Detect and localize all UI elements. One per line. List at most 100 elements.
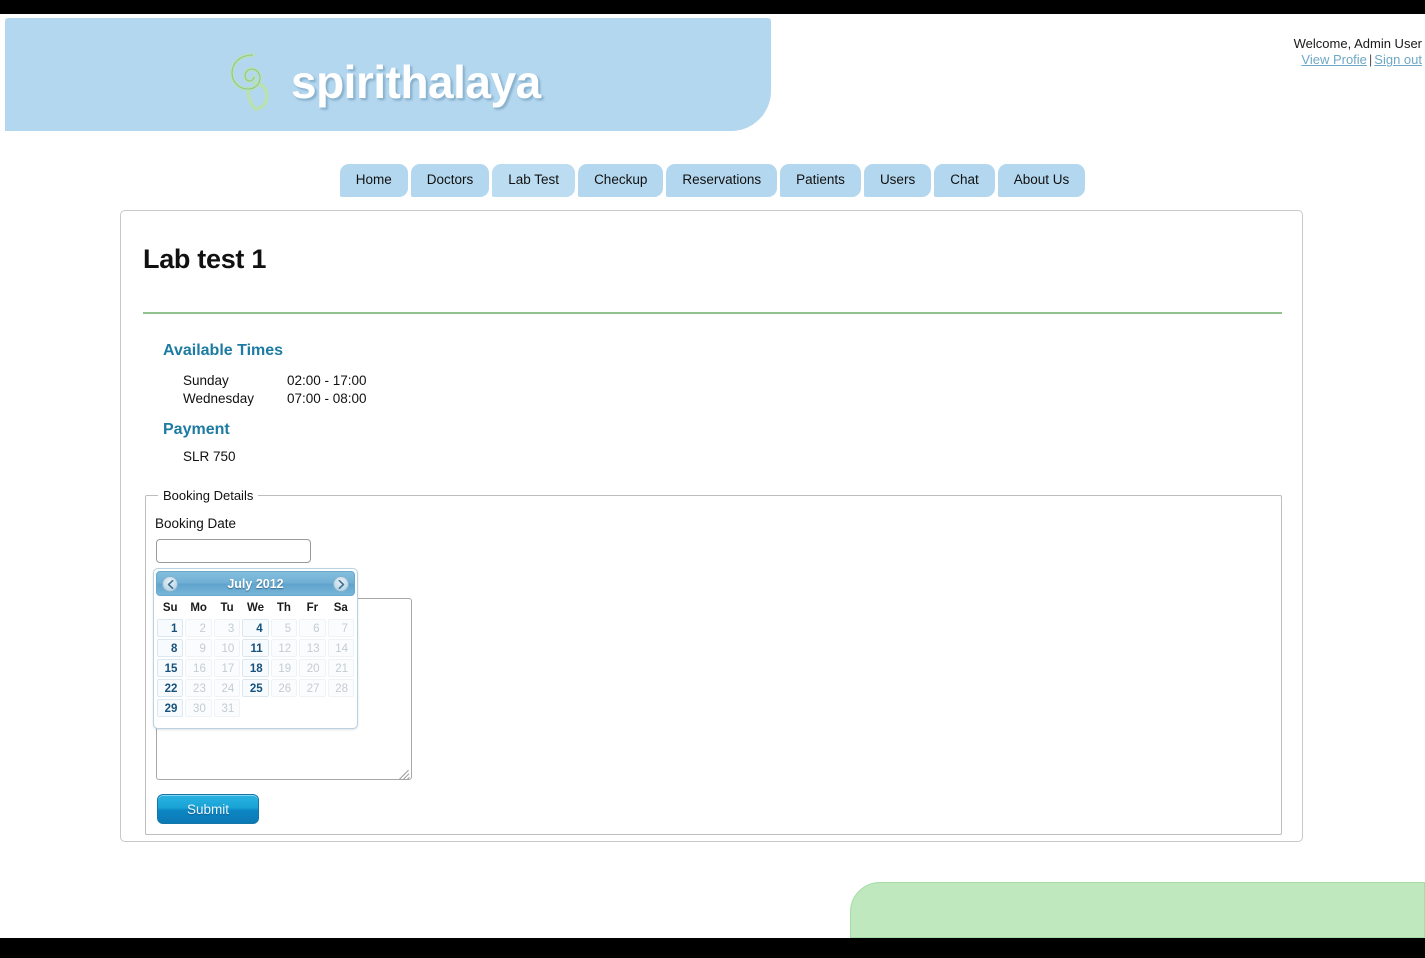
datepicker-week-row: 22 23 24 25 26 27 28: [156, 678, 355, 698]
datepicker-day-17: 17: [213, 659, 241, 677]
nav-tab-lab-test[interactable]: Lab Test: [492, 164, 576, 197]
datepicker-weekday: Tu: [220, 602, 234, 614]
datepicker-day-cell: 31: [213, 698, 241, 718]
datepicker-day-22[interactable]: 22: [157, 679, 184, 697]
datepicker-day-blank: [299, 699, 325, 717]
nav-tab-chat[interactable]: Chat: [934, 164, 995, 197]
user-links: View Profie | Sign out: [1294, 52, 1422, 67]
datepicker-popup: July 2012 Su Mo Tu We Th Fr Sa 1 2 3 4 5 6 7 8 9 10 11 12…: [153, 568, 358, 729]
datepicker-day-cell[interactable]: 25: [241, 678, 269, 698]
available-times-row: Sunday 02:00 - 17:00: [183, 373, 367, 391]
datepicker-week-row: 29 30 31: [156, 698, 355, 718]
datepicker-day-5: 5: [270, 619, 298, 637]
datepicker-day-1[interactable]: 1: [157, 619, 184, 637]
datepicker-day-cell[interactable]: 1: [156, 618, 184, 638]
main-navigation: Home Doctors Lab Test Checkup Reservations Pa…: [0, 164, 1425, 197]
datepicker-day-23: 23: [185, 679, 212, 697]
page-body: spirithalaya Welcome, Admin User View Pr…: [0, 14, 1425, 938]
spiral-logo-icon: [227, 50, 279, 114]
datepicker-day-16: 16: [185, 659, 212, 677]
datepicker-weekday: Fr: [306, 602, 319, 614]
nav-tab-doctors[interactable]: Doctors: [410, 164, 490, 197]
available-times-day: Sunday: [183, 373, 229, 388]
datepicker-week-row: 8 9 10 11 12 13 14: [156, 638, 355, 658]
datepicker-week-row: 1234567: [156, 618, 355, 638]
datepicker-day-cell: 19: [270, 658, 298, 678]
datepicker-day-19: 19: [270, 659, 298, 677]
datepicker-day-cell[interactable]: 29: [156, 698, 184, 718]
datepicker-day-12: 12: [270, 639, 298, 657]
datepicker-week-row: 15 16 17 18 19 20 21: [156, 658, 355, 678]
brand-name: spirithalaya: [291, 56, 541, 108]
header-banner: spirithalaya: [5, 18, 771, 131]
available-times-row: Wednesday 07:00 - 08:00: [183, 391, 367, 409]
nav-tab-reservations[interactable]: Reservations: [666, 164, 778, 197]
nav-tab-home[interactable]: Home: [339, 164, 408, 197]
datepicker-day-4[interactable]: 4: [242, 619, 269, 637]
datepicker-day-cell: 30: [184, 698, 212, 718]
datepicker-day-cell: [327, 698, 355, 718]
chevron-right-icon[interactable]: [333, 576, 349, 592]
datepicker-day-cell[interactable]: 22: [156, 678, 184, 698]
datepicker-day-2: 2: [185, 619, 212, 637]
view-profile-link[interactable]: View Profie: [1301, 52, 1367, 67]
datepicker-day-15[interactable]: 15: [157, 659, 184, 677]
datepicker-day-cell: 9: [184, 638, 212, 658]
datepicker-day-cell[interactable]: 18: [241, 658, 269, 678]
sign-out-link[interactable]: Sign out: [1374, 52, 1422, 67]
datepicker-day-11[interactable]: 11: [242, 639, 269, 657]
datepicker-day-blank: [328, 699, 354, 717]
datepicker-grid: Su Mo Tu We Th Fr Sa 1 2 3 4 5 6 7 8 9 10 11 12 13 14 15 16 17…: [156, 599, 355, 718]
datepicker-day-cell[interactable]: 8: [156, 638, 184, 658]
datepicker-day-cell: 13: [298, 638, 326, 658]
datepicker-day-3: 3: [213, 619, 241, 637]
title-divider: [143, 312, 1282, 314]
booking-date-input[interactable]: [156, 539, 311, 563]
datepicker-day-cell: [270, 698, 298, 718]
datepicker-day-cell[interactable]: 4: [241, 618, 269, 638]
datepicker-weekday: We: [246, 602, 264, 614]
datepicker-day-cell: 7: [327, 618, 355, 638]
payment-heading: Payment: [163, 421, 230, 438]
datepicker-header: July 2012: [156, 571, 355, 596]
footer-bar: [850, 882, 1425, 938]
datepicker-day-cell: 27: [298, 678, 326, 698]
booking-date-label: Booking Date: [155, 516, 237, 531]
datepicker-day-29[interactable]: 29: [157, 699, 184, 717]
datepicker-day-18[interactable]: 18: [242, 659, 269, 677]
datepicker-day-cell: 14: [327, 638, 355, 658]
nav-tab-checkup[interactable]: Checkup: [578, 164, 664, 197]
user-session-box: Welcome, Admin User View Profie | Sign out: [1294, 36, 1422, 68]
datepicker-day-cell: 6: [298, 618, 326, 638]
nav-tab-users[interactable]: Users: [863, 164, 932, 197]
content-panel: Lab test 1 Available Times Sunday 02:00 -…: [120, 210, 1303, 842]
datepicker-day-8[interactable]: 8: [157, 639, 184, 657]
datepicker-day-cell: 28: [327, 678, 355, 698]
datepicker-day-cell: 2: [184, 618, 212, 638]
datepicker-weekday: Th: [276, 602, 291, 614]
datepicker-day-25[interactable]: 25: [242, 679, 269, 697]
datepicker-day-cell: 5: [270, 618, 298, 638]
datepicker-day-24: 24: [213, 679, 241, 697]
booking-details-legend: Booking Details: [158, 488, 259, 503]
datepicker-day-26: 26: [270, 679, 298, 697]
site-logo[interactable]: spirithalaya: [227, 50, 541, 114]
datepicker-day-cell[interactable]: 15: [156, 658, 184, 678]
datepicker-day-27: 27: [299, 679, 326, 697]
nav-tab-about-us[interactable]: About Us: [997, 164, 1086, 197]
chevron-left-icon[interactable]: [162, 576, 178, 592]
datepicker-day-cell[interactable]: 11: [241, 638, 269, 658]
available-times-range: 02:00 - 17:00: [287, 373, 367, 388]
payment-amount: SLR 750: [183, 449, 236, 464]
datepicker-day-blank: [271, 699, 297, 717]
datepicker-day-14: 14: [327, 639, 354, 657]
welcome-text: Welcome, Admin User: [1293, 36, 1422, 51]
available-times-day: Wednesday: [183, 391, 255, 406]
submit-button[interactable]: Submit: [157, 794, 259, 824]
datepicker-title: July 2012: [227, 576, 284, 591]
datepicker-day-30: 30: [185, 699, 212, 717]
nav-tab-patients[interactable]: Patients: [780, 164, 861, 197]
datepicker-day-21: 21: [327, 659, 354, 677]
datepicker-day-cell: 12: [270, 638, 298, 658]
datepicker-day-6: 6: [299, 619, 326, 637]
